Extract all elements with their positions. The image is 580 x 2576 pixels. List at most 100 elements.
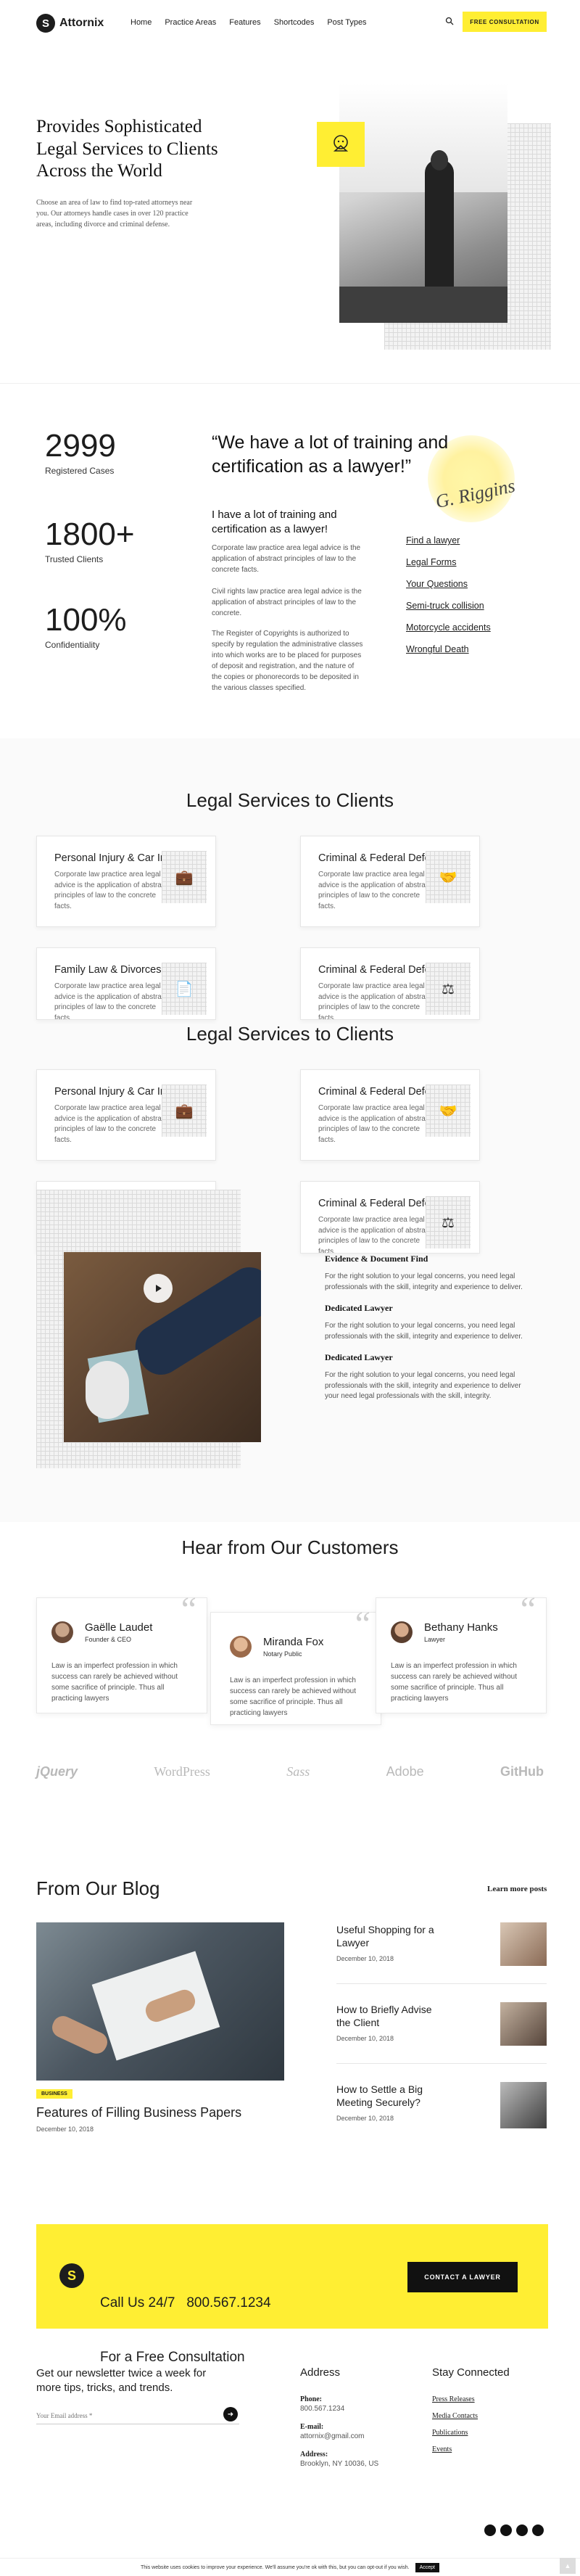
- contact-lawyer-button[interactable]: CONTACT A LAWYER: [407, 2262, 518, 2292]
- testimonial-card: “ Bethany Hanks Lawyer Law is an imperfe…: [376, 1592, 547, 1713]
- quick-links: Find a lawyer Legal Forms Your Questions…: [406, 535, 491, 666]
- service-card[interactable]: Criminal & Federal Defences Corporate la…: [300, 1181, 480, 1254]
- nav-shortcodes[interactable]: Shortcodes: [274, 18, 315, 27]
- quote-icon: “: [181, 1590, 196, 1629]
- testimonial-name: Bethany Hanks: [424, 1621, 498, 1634]
- link-motorcycle[interactable]: Motorcycle accidents: [406, 622, 491, 633]
- link-wrongful-death[interactable]: Wrongful Death: [406, 644, 491, 654]
- video-thumbnail[interactable]: [64, 1252, 261, 1442]
- address-title: Address: [300, 2366, 341, 2379]
- service-card[interactable]: Personal Injury & Car Incidents Corporat…: [36, 836, 216, 927]
- cookie-text: This website uses cookies to improve you…: [140, 2564, 410, 2570]
- newsletter-text: Get our newsletter twice a week for more…: [36, 2367, 207, 2395]
- twitter-icon[interactable]: [500, 2524, 512, 2536]
- jquery-logo: jQuery: [36, 1764, 78, 1779]
- free-consultation-button[interactable]: FREE CONSULTATION: [463, 12, 547, 32]
- service-card[interactable]: Criminal & Federal Defences Corporate la…: [300, 1069, 480, 1161]
- featured-post-date: December 10, 2018: [36, 2126, 94, 2133]
- partner-logos: jQuery WordPress Sass Adobe GitHub: [36, 1764, 544, 1779]
- blog-post-thumb[interactable]: [500, 1922, 547, 1966]
- nav-practice-areas[interactable]: Practice Areas: [165, 18, 216, 27]
- youtube-icon[interactable]: [532, 2524, 544, 2536]
- brand[interactable]: S Attornix: [36, 14, 104, 33]
- featured-post-title[interactable]: Features of Filling Business Papers: [36, 2105, 241, 2120]
- briefcase-icon: 💼: [162, 851, 207, 903]
- events-link[interactable]: Events: [432, 2445, 478, 2453]
- testimonial-card: “ Miranda Fox Notary Public Law is an im…: [210, 1607, 381, 1725]
- sass-logo: Sass: [286, 1764, 310, 1779]
- blog-post-thumb[interactable]: [500, 2082, 547, 2128]
- document-icon: 📄: [162, 963, 207, 1015]
- submit-arrow-icon[interactable]: ➜: [223, 2407, 238, 2421]
- featured-post-image[interactable]: [36, 1922, 284, 2081]
- quote-subtitle: I have a lot of training and certificati…: [212, 509, 337, 535]
- media-contacts-link[interactable]: Media Contacts: [432, 2412, 478, 2420]
- hero-text: Choose an area of law to find top-rated …: [36, 199, 193, 229]
- divider: [336, 1983, 547, 1984]
- category-badge[interactable]: BUSINESS: [36, 2089, 72, 2099]
- back-to-top-icon[interactable]: ▲: [560, 2558, 576, 2574]
- testimonial-role: Founder & CEO: [85, 1636, 132, 1643]
- accept-button[interactable]: Accept: [415, 2562, 439, 2572]
- nav-features[interactable]: Features: [229, 18, 260, 27]
- avatar: [230, 1636, 252, 1658]
- link-find-lawyer[interactable]: Find a lawyer: [406, 535, 491, 546]
- cta-banner: S Call Us 24/7 800.567.1234 For a Free C…: [36, 2224, 548, 2365]
- service-card[interactable]: Personal Injury & Car Incidents Corporat…: [36, 1069, 216, 1161]
- stat-cases: 2999 Registered Cases: [45, 428, 116, 476]
- testimonial-role: Lawyer: [424, 1636, 446, 1643]
- brand-name: Attornix: [59, 17, 104, 29]
- stay-connected-title: Stay Connected: [432, 2366, 510, 2379]
- hero-photo: [339, 83, 508, 323]
- lion-crest-badge: [317, 122, 365, 167]
- social-icons: [484, 2524, 544, 2536]
- testimonials-title: Hear from Our Customers: [181, 1536, 399, 1558]
- blog-post-item[interactable]: Useful Shopping for a Lawyer December 10…: [336, 1924, 445, 1962]
- link-your-questions[interactable]: Your Questions: [406, 579, 491, 589]
- hero-title: Provides Sophisticated Legal Services to…: [36, 117, 218, 181]
- service-card[interactable]: Criminal & Federal Defences Corporate la…: [300, 947, 480, 1020]
- newsletter-form: ➜: [36, 2407, 239, 2424]
- big-quote: “We have a lot of training and certifica…: [212, 432, 449, 477]
- feature-item: Dedicated Lawyer For the right solution …: [325, 1352, 521, 1400]
- instagram-icon[interactable]: [516, 2524, 528, 2536]
- testimonial-name: Miranda Fox: [263, 1636, 324, 1648]
- learn-more-posts-link[interactable]: Learn more posts: [487, 1885, 547, 1893]
- link-semi-truck[interactable]: Semi-truck collision: [406, 601, 491, 611]
- link-legal-forms[interactable]: Legal Forms: [406, 557, 491, 567]
- blog-post-item[interactable]: How to Settle a Big Meeting Securely? De…: [336, 2083, 460, 2122]
- contact-details: Phone: 800.567.1234 E-mail: attornix@gma…: [300, 2395, 379, 2468]
- service-card[interactable]: Family Law & Divorces Corporate law prac…: [36, 947, 216, 1020]
- nav-home[interactable]: Home: [130, 18, 152, 27]
- logo-icon: S: [59, 2263, 84, 2288]
- services-title-2: Legal Services to Clients: [186, 1023, 394, 1045]
- testimonial-text: Law is an imperfect profession in which …: [51, 1662, 178, 1703]
- briefcase-icon: 💼: [162, 1085, 207, 1137]
- stat-clients: 1800+ Trusted Clients: [45, 517, 135, 564]
- press-releases-link[interactable]: Press Releases: [432, 2395, 478, 2403]
- quote-paragraph-1: Corporate law practice area legal advice…: [212, 544, 361, 574]
- github-logo: GitHub: [500, 1764, 544, 1779]
- blog-post-item[interactable]: How to Briefly Advise the Client Decembe…: [336, 2004, 445, 2042]
- services-title-1: Legal Services to Clients: [186, 789, 394, 811]
- search-icon[interactable]: [445, 16, 455, 26]
- service-card[interactable]: Criminal & Federal Defences Corporate la…: [300, 836, 480, 927]
- blog-post-thumb[interactable]: [500, 2002, 547, 2046]
- publications-link[interactable]: Publications: [432, 2429, 478, 2437]
- stat-confidentiality: 100% Confidentiality: [45, 602, 127, 650]
- email-input[interactable]: [36, 2409, 203, 2422]
- lion-icon: [333, 135, 349, 152]
- site-header: S Attornix Home Practice Areas Features …: [0, 0, 580, 46]
- play-icon[interactable]: [144, 1274, 173, 1303]
- adobe-logo: Adobe: [386, 1764, 424, 1779]
- main-nav: Home Practice Areas Features Shortcodes …: [130, 18, 380, 27]
- nav-post-types[interactable]: Post Types: [327, 18, 366, 27]
- email-link[interactable]: attornix@gmail.com: [300, 2432, 378, 2440]
- divider: [336, 2063, 547, 2064]
- testimonial-name: Gaëlle Laudet: [85, 1621, 153, 1634]
- avatar: [51, 1621, 73, 1643]
- handshake-icon: 🤝: [426, 1085, 471, 1137]
- testimonial-text: Law is an imperfect profession in which …: [391, 1662, 517, 1703]
- quote-icon: “: [520, 1590, 536, 1629]
- facebook-icon[interactable]: [484, 2524, 496, 2536]
